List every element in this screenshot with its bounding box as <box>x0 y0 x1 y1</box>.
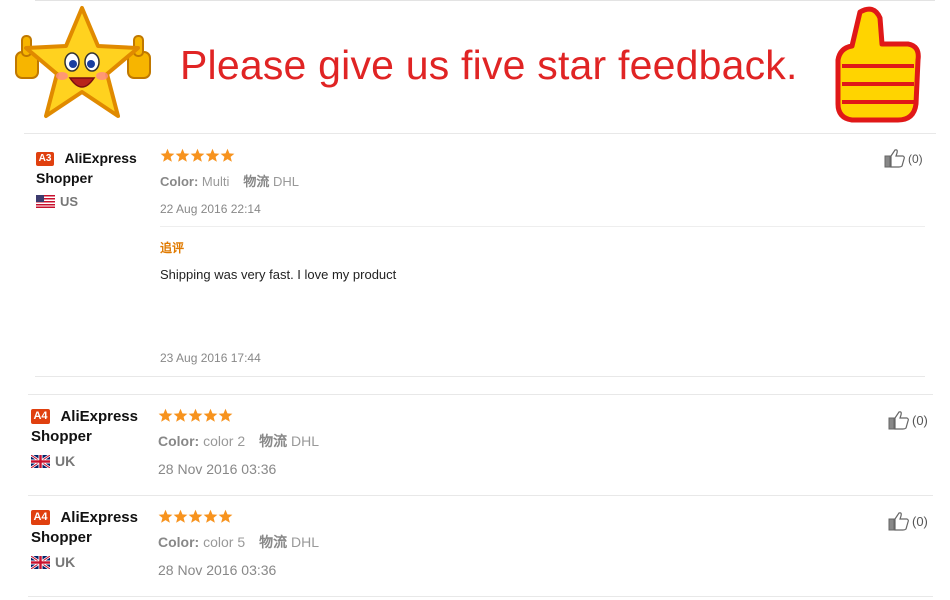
buyer-name-line2[interactable]: Shopper <box>36 170 137 186</box>
buyer-level-badge: A4 <box>31 409 50 424</box>
followup-label: 追评 <box>160 241 185 255</box>
helpful-count: (0) <box>912 514 928 529</box>
color-value: Multi <box>201 174 230 189</box>
smiling-star-mascot-icon <box>15 6 151 118</box>
shipping-label: 物流 <box>259 433 288 449</box>
country-code: UK <box>55 554 76 570</box>
shipping-value: DHL <box>273 174 300 189</box>
buyer-name[interactable]: AliExpress <box>60 509 138 526</box>
review-date: 28 Nov 2016 03:36 <box>158 562 277 578</box>
star-icon <box>158 408 173 422</box>
star-icon <box>160 148 175 162</box>
buyer-info: A4 AliExpress Shopper <box>31 509 138 546</box>
star-icon <box>218 408 233 422</box>
review-divider <box>28 394 933 395</box>
rating-stars <box>160 148 235 164</box>
uk-flag-icon <box>31 455 50 468</box>
shipping-value: DHL <box>291 433 320 449</box>
color-value: color 5 <box>203 534 246 550</box>
followup-date: 23 Aug 2016 17:44 <box>160 351 261 365</box>
star-icon <box>175 148 190 162</box>
buyer-country: US <box>36 194 78 209</box>
thumbs-up-icon <box>888 512 909 531</box>
color-label: Color: <box>160 174 199 189</box>
buyer-info: A3 AliExpress Shopper <box>36 150 137 186</box>
star-icon <box>205 148 220 162</box>
banner-divider <box>24 133 936 134</box>
color-label: Color: <box>158 433 200 449</box>
star-icon <box>188 408 203 422</box>
helpful-count: (0) <box>908 152 923 166</box>
thumbs-up-mascot-icon <box>835 6 921 123</box>
buyer-name[interactable]: AliExpress <box>60 408 138 425</box>
star-icon <box>203 408 218 422</box>
country-code: UK <box>55 453 76 469</box>
order-info: Color: color 2 物流 DHL <box>158 431 319 451</box>
shipping-label: 物流 <box>243 174 270 189</box>
review-divider <box>35 376 925 377</box>
shipping-value: DHL <box>291 534 320 550</box>
us-flag-icon <box>36 195 55 208</box>
helpful-button[interactable]: (0) <box>888 410 928 430</box>
buyer-level-badge: A4 <box>31 510 50 525</box>
thumbs-up-icon <box>884 149 905 168</box>
buyer-country: UK <box>31 453 75 469</box>
rating-stars <box>158 408 233 424</box>
banner-title: Please give us five star feedback. <box>180 42 798 88</box>
buyer-level-badge: A3 <box>36 152 54 166</box>
buyer-info: A4 AliExpress Shopper <box>31 408 138 445</box>
order-info: Color: color 5 物流 DHL <box>158 532 319 552</box>
star-icon <box>188 509 203 523</box>
review-date: 28 Nov 2016 03:36 <box>158 461 277 477</box>
star-icon <box>173 408 188 422</box>
buyer-name-line2[interactable]: Shopper <box>31 428 138 445</box>
followup-text: Shipping was very fast. I love my produc… <box>160 267 397 282</box>
shipping-label: 物流 <box>259 534 288 550</box>
star-icon <box>220 148 235 162</box>
star-icon <box>203 509 218 523</box>
rating-stars <box>158 509 233 525</box>
helpful-button[interactable]: (0) <box>888 511 928 531</box>
thumbs-up-icon <box>888 411 909 430</box>
uk-flag-icon <box>31 556 50 569</box>
color-value: color 2 <box>203 433 246 449</box>
helpful-count: (0) <box>912 413 928 428</box>
color-label: Color: <box>158 534 200 550</box>
review-date: 22 Aug 2016 22:14 <box>160 202 261 216</box>
review-divider <box>28 596 933 597</box>
star-icon <box>173 509 188 523</box>
country-code: US <box>60 194 79 209</box>
order-info: Color: Multi 物流 DHL <box>160 171 299 190</box>
feedback-banner: Please give us five star feedback. <box>0 0 950 132</box>
buyer-name-line2[interactable]: Shopper <box>31 529 138 546</box>
star-icon <box>190 148 205 162</box>
star-icon <box>218 509 233 523</box>
followup-divider <box>160 226 925 227</box>
star-icon <box>158 509 173 523</box>
helpful-button[interactable]: (0) <box>884 148 923 168</box>
review-divider <box>28 495 933 496</box>
buyer-name[interactable]: AliExpress <box>64 150 136 166</box>
buyer-country: UK <box>31 554 75 570</box>
